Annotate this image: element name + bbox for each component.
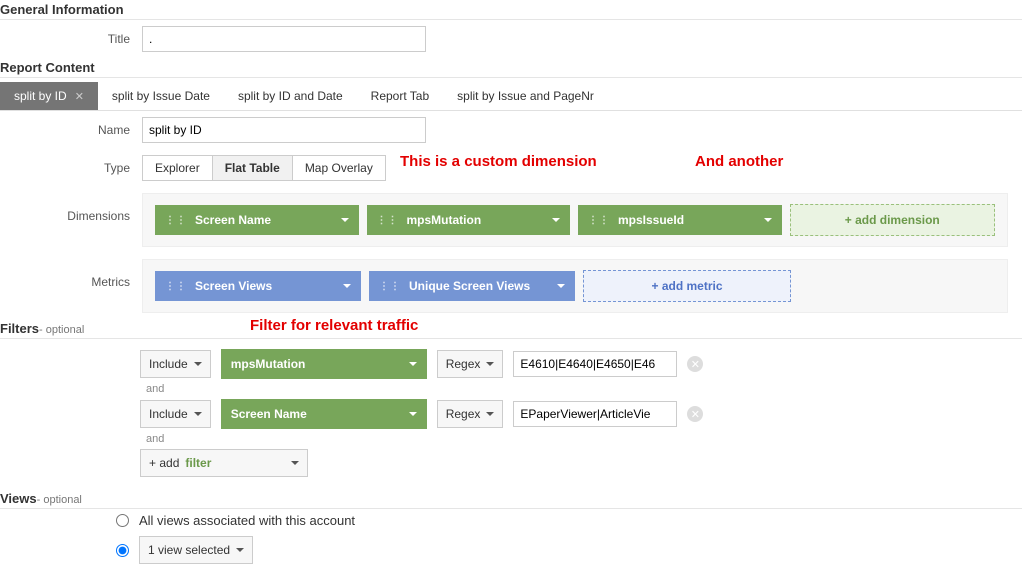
views-all-label: All views associated with this account [139, 513, 355, 528]
dimension-mpsissueid[interactable]: ⋮⋮ mpsIssueId [578, 205, 782, 235]
type-map-overlay[interactable]: Map Overlay [293, 156, 385, 180]
tab-split-by-id-and-date[interactable]: split by ID and Date [224, 82, 357, 110]
label-dimensions: Dimensions [0, 193, 142, 223]
section-filters: Filters [0, 321, 39, 336]
regex-label: Regex [446, 357, 481, 371]
grip-icon: ⋮⋮ [379, 281, 401, 292]
metric-screen-views[interactable]: ⋮⋮ Screen Views [155, 271, 361, 301]
chevron-down-icon [409, 362, 417, 366]
filter-include-select-2[interactable]: Include [140, 400, 211, 428]
filters-optional: - optional [39, 324, 84, 336]
chevron-down-icon [552, 218, 560, 222]
add-filter-button[interactable]: + add filter [140, 449, 308, 477]
grip-icon: ⋮⋮ [165, 281, 187, 292]
title-input[interactable] [142, 26, 426, 52]
type-button-group: Explorer Flat Table Map Overlay [142, 155, 386, 181]
chevron-down-icon [764, 218, 772, 222]
filter-field-label: mpsMutation [231, 357, 306, 371]
dimensions-area: ⋮⋮ Screen Name ⋮⋮ mpsMutation ⋮⋮ mpsIssueId… [142, 193, 1008, 247]
type-flat-table[interactable]: Flat Table [213, 156, 293, 180]
tab-report-tab[interactable]: Report Tab [357, 82, 443, 110]
filter-include-select-1[interactable]: Include [140, 350, 211, 378]
label-type: Type [0, 161, 142, 175]
chevron-down-icon [194, 412, 202, 416]
dimension-label: Screen Name [195, 213, 271, 227]
add-dimension-button[interactable]: + add dimension [790, 204, 996, 236]
chevron-down-icon [409, 412, 417, 416]
include-label: Include [149, 407, 188, 421]
grip-icon: ⋮⋮ [165, 215, 187, 226]
tab-label: split by ID [14, 89, 67, 103]
filter-value-input-1[interactable] [513, 351, 677, 377]
add-filter-word: filter [185, 456, 211, 470]
filter-match-select-2[interactable]: Regex [437, 400, 504, 428]
views-selected-radio[interactable] [116, 544, 129, 557]
add-filter-prefix: + add [149, 456, 179, 470]
filter-value-input-2[interactable] [513, 401, 677, 427]
chevron-down-icon [341, 218, 349, 222]
grip-icon: ⋮⋮ [588, 215, 610, 226]
remove-filter-icon[interactable]: ✕ [687, 406, 703, 422]
annotation-another: And another [695, 153, 783, 170]
chevron-down-icon [236, 548, 244, 552]
filter-and-1: and [146, 383, 1022, 395]
dimension-label: mpsIssueId [618, 213, 684, 227]
dimension-screen-name[interactable]: ⋮⋮ Screen Name [155, 205, 359, 235]
filter-field-label: Screen Name [231, 407, 307, 421]
remove-filter-icon[interactable]: ✕ [687, 356, 703, 372]
filter-field-mpsmutation[interactable]: mpsMutation [221, 349, 427, 379]
regex-label: Regex [446, 407, 481, 421]
tab-split-by-issue-date[interactable]: split by Issue Date [98, 82, 224, 110]
annotation-custom-dimension: This is a custom dimension [400, 153, 597, 170]
label-metrics: Metrics [0, 259, 142, 289]
filter-field-screen-name[interactable]: Screen Name [221, 399, 427, 429]
chevron-down-icon [194, 362, 202, 366]
metric-unique-screen-views[interactable]: ⋮⋮ Unique Screen Views [369, 271, 575, 301]
metrics-area: ⋮⋮ Screen Views ⋮⋮ Unique Screen Views + a… [142, 259, 1008, 313]
views-optional: - optional [37, 494, 82, 506]
include-label: Include [149, 357, 188, 371]
section-report: Report Content [0, 58, 1022, 78]
label-title: Title [0, 32, 142, 46]
metric-label: Screen Views [195, 279, 272, 293]
label-name: Name [0, 123, 142, 137]
filter-and-2: and [146, 433, 1022, 445]
chevron-down-icon [486, 412, 494, 416]
dimension-mpsmutation[interactable]: ⋮⋮ mpsMutation [367, 205, 571, 235]
chevron-down-icon [557, 284, 565, 288]
filter-match-select-1[interactable]: Regex [437, 350, 504, 378]
name-input[interactable] [142, 117, 426, 143]
tab-split-by-issue-pagenr[interactable]: split by Issue and PageNr [443, 82, 608, 110]
type-explorer[interactable]: Explorer [143, 156, 213, 180]
section-general: General Information [0, 0, 1022, 20]
dimension-label: mpsMutation [407, 213, 482, 227]
annotation-filter: Filter for relevant traffic [250, 317, 418, 334]
grip-icon: ⋮⋮ [377, 215, 399, 226]
metric-label: Unique Screen Views [409, 279, 530, 293]
chevron-down-icon [486, 362, 494, 366]
views-selected-label: 1 view selected [148, 543, 230, 557]
chevron-down-icon [343, 284, 351, 288]
views-all-radio[interactable] [116, 514, 129, 527]
section-views: Views [0, 491, 37, 506]
tab-split-by-id[interactable]: split by ID ✕ [0, 82, 98, 110]
tab-strip: split by ID ✕ split by Issue Date split b… [0, 82, 1022, 111]
close-icon[interactable]: ✕ [75, 91, 84, 103]
add-metric-button[interactable]: + add metric [583, 270, 791, 302]
views-selected-dropdown[interactable]: 1 view selected [139, 536, 253, 564]
chevron-down-icon [291, 461, 299, 465]
